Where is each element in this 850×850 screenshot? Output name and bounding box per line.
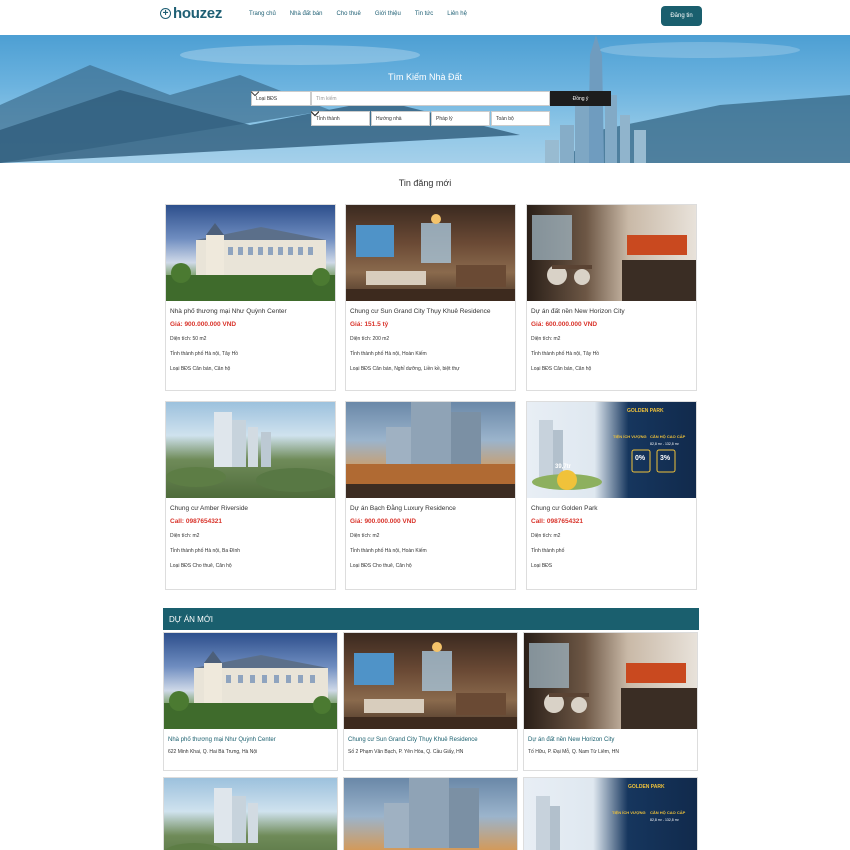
new-listings-title: Tin đăng mới: [398, 178, 452, 188]
listing-type: Loại BĐS Căn bán, Căn hộ: [170, 366, 231, 372]
logo[interactable]: + houzez: [160, 5, 222, 22]
property-type-select[interactable]: Loại BĐS: [251, 91, 311, 106]
golden-park-price: 39,7tr: [555, 464, 572, 470]
golden-park-tag2: CĂN HỘ CAO CẤP: [650, 434, 686, 439]
listing-price: Call: 0987654321: [531, 518, 584, 525]
listing-card[interactable]: Nhà phố thương mại Như Quỳnh Center Giá:…: [165, 204, 336, 391]
project-card[interactable]: Chung cư Sun Grand City Thụy Khuê Reside…: [343, 632, 518, 771]
chevron-down-icon: [251, 91, 259, 97]
nav-for-sale[interactable]: Nhà đất bán: [290, 11, 323, 17]
project-address: Số 2 Phạm Văn Bạch, P. Yên Hòa, Q. Cầu G…: [348, 749, 464, 755]
listing-card[interactable]: Chung cư Amber Riverside Call: 098765432…: [165, 401, 336, 590]
listing-card[interactable]: Dự án đất nền New Horizon City Giá: 600.…: [526, 204, 697, 391]
listing-title[interactable]: Chung cư Golden Park: [531, 505, 692, 512]
listing-image[interactable]: [527, 205, 696, 301]
listing-type: Loại BĐS Căn bán, Nghỉ dưỡng, Liền kề, b…: [350, 366, 460, 372]
project-title[interactable]: Nhà phố thương mại Như Quỳnh Center: [168, 737, 333, 743]
listing-image[interactable]: [166, 402, 335, 498]
listing-location: Tỉnh thành phố Hà nội, Tây Hồ: [170, 351, 239, 357]
project-address: 622 Minh Khai, Q. Hai Bà Trưng, Hà Nội: [168, 749, 258, 755]
new-projects-header: DỰ ÁN MỚI: [163, 608, 699, 630]
listing-image[interactable]: [346, 205, 515, 301]
listing-title[interactable]: Dự án Bạch Đằng Luxury Residence: [350, 505, 511, 512]
project-title[interactable]: Dự án đất nền New Horizon City: [528, 737, 693, 743]
hero-banner: Tìm Kiếm Nhà Đất Loại BĐS Tìm kiếm Đồng …: [0, 35, 850, 163]
listing-title[interactable]: Dự án đất nền New Horizon City: [531, 308, 692, 315]
nav-about[interactable]: Giới thiệu: [375, 11, 401, 17]
chevron-down-icon: [311, 111, 319, 117]
listing-image[interactable]: [346, 402, 515, 498]
plus-circle-icon: +: [160, 8, 171, 19]
golden-park-badge-1: 0%: [635, 455, 646, 462]
project-card[interactable]: GOLDEN PARK TIỆN ÍCH VƯỢNG CĂN HỘ CAO CẤ…: [523, 777, 698, 850]
search-bar: Loại BĐS Tìm kiếm Đồng ý: [251, 91, 611, 106]
listing-image[interactable]: [166, 205, 335, 301]
listing-card[interactable]: Dự án Bạch Đằng Luxury Residence Giá: 90…: [345, 401, 516, 590]
filter-row: Tỉnh thành Hướng nhà Pháp lý Toàn bộ: [311, 111, 550, 126]
golden-park-tag1: TIỆN ÍCH VƯỢNG: [613, 434, 647, 439]
listing-location: Tỉnh thành phố Hà nội, Ba Đình: [170, 548, 241, 554]
listing-area: Diện tích: m2: [531, 336, 561, 342]
listing-area: Diện tích: m2: [350, 533, 380, 539]
listing-title[interactable]: Chung cư Amber Riverside: [170, 505, 331, 512]
main-nav: Trang chủ Nhà đất bán Cho thuê Giới thiệ…: [249, 11, 481, 17]
listing-image[interactable]: GOLDEN PARK TIỆN ÍCH VƯỢNG CĂN HỘ CAO CẤ…: [527, 402, 696, 498]
listing-type: Loại BĐS: [531, 563, 553, 569]
listing-title[interactable]: Nhà phố thương mại Như Quỳnh Center: [170, 308, 331, 315]
project-address: Tố Hữu, P. Đại Mỗ, Q. Nam Từ Liêm, HN: [528, 749, 619, 755]
search-submit-button[interactable]: Đồng ý: [550, 91, 611, 106]
golden-park-tag1: TIỆN ÍCH VƯỢNG: [612, 810, 646, 815]
post-listing-button[interactable]: Đăng tin: [661, 6, 702, 26]
header: + houzez Trang chủ Nhà đất bán Cho thuê …: [0, 0, 850, 35]
listing-location: Tỉnh thành phố Hà nội, Tây Hồ: [531, 351, 600, 357]
golden-park-tag2: CĂN HỘ CAO CẤP: [650, 810, 686, 815]
project-card[interactable]: Nhà phố thương mại Như Quỳnh Center 622 …: [163, 632, 338, 771]
golden-park-badge-2: 3%: [660, 455, 671, 462]
nav-contact[interactable]: Liên hệ: [447, 11, 467, 17]
legal-select[interactable]: Pháp lý: [311, 111, 490, 126]
nav-news[interactable]: Tin tức: [415, 11, 433, 17]
listing-area: Diện tích: m2: [170, 533, 200, 539]
listing-location: Tỉnh thành phố Hà nội, Hoàn Kiếm: [350, 548, 427, 554]
project-image[interactable]: [344, 778, 517, 850]
project-image[interactable]: [164, 633, 337, 729]
listing-area: Diện tích: 200 m2: [350, 336, 390, 342]
golden-park-brand: GOLDEN PARK: [628, 784, 665, 790]
project-card[interactable]: [163, 777, 338, 850]
listing-title[interactable]: Chung cư Sun Grand City Thụy Khuê Reside…: [350, 308, 511, 315]
nav-home[interactable]: Trang chủ: [249, 11, 276, 17]
golden-park-area: 82,8 m² - 132,8 m²: [650, 818, 679, 822]
project-image[interactable]: GOLDEN PARK TIỆN ÍCH VƯỢNG CĂN HỘ CAO CẤ…: [524, 778, 697, 850]
listing-price: Call: 0987654321: [170, 518, 223, 525]
listing-area: Diện tích: m2: [531, 533, 561, 539]
golden-park-area: 82,8 m² - 132,8 m²: [650, 442, 679, 446]
listing-card[interactable]: Chung cư Sun Grand City Thụy Khuê Reside…: [345, 204, 516, 391]
listing-price: Giá: 151.5 tỷ: [350, 321, 389, 328]
listing-location: Tỉnh thành phố: [531, 548, 565, 554]
listing-location: Tỉnh thành phố Hà nội, Hoàn Kiếm: [350, 351, 427, 357]
project-title[interactable]: Chung cư Sun Grand City Thụy Khuê Reside…: [348, 737, 513, 743]
listing-price: Giá: 900.000.000 VND: [350, 518, 417, 525]
listing-area: Diện tích: 50 m2: [170, 336, 207, 342]
nav-for-rent[interactable]: Cho thuê: [337, 11, 361, 17]
listing-card[interactable]: GOLDEN PARK TIỆN ÍCH VƯỢNG CĂN HỘ CAO CẤ…: [526, 401, 697, 590]
search-input[interactable]: Tìm kiếm: [311, 91, 550, 106]
direction-select[interactable]: Hướng nhà: [311, 111, 430, 126]
search-title: Tìm Kiếm Nhà Đất: [387, 72, 463, 82]
project-image[interactable]: [164, 778, 337, 850]
project-image[interactable]: [344, 633, 517, 729]
province-select[interactable]: Tỉnh thành: [311, 111, 370, 126]
project-card[interactable]: [343, 777, 518, 850]
listing-type: Loại BĐS Căn bán, Căn hộ: [531, 366, 592, 372]
all-select[interactable]: Toàn bộ: [311, 111, 550, 126]
golden-park-brand: GOLDEN PARK: [627, 408, 664, 414]
listing-type: Loại BĐS Cho thuê, Căn hộ: [170, 563, 232, 569]
listing-price: Giá: 600.000.000 VND: [531, 321, 598, 328]
listing-type: Loại BĐS Cho thuê, Căn hộ: [350, 563, 412, 569]
project-card[interactable]: Dự án đất nền New Horizon City Tố Hữu, P…: [523, 632, 698, 771]
project-image[interactable]: [524, 633, 697, 729]
logo-text: houzez: [173, 5, 223, 22]
listing-price: Giá: 900.000.000 VND: [170, 321, 237, 328]
